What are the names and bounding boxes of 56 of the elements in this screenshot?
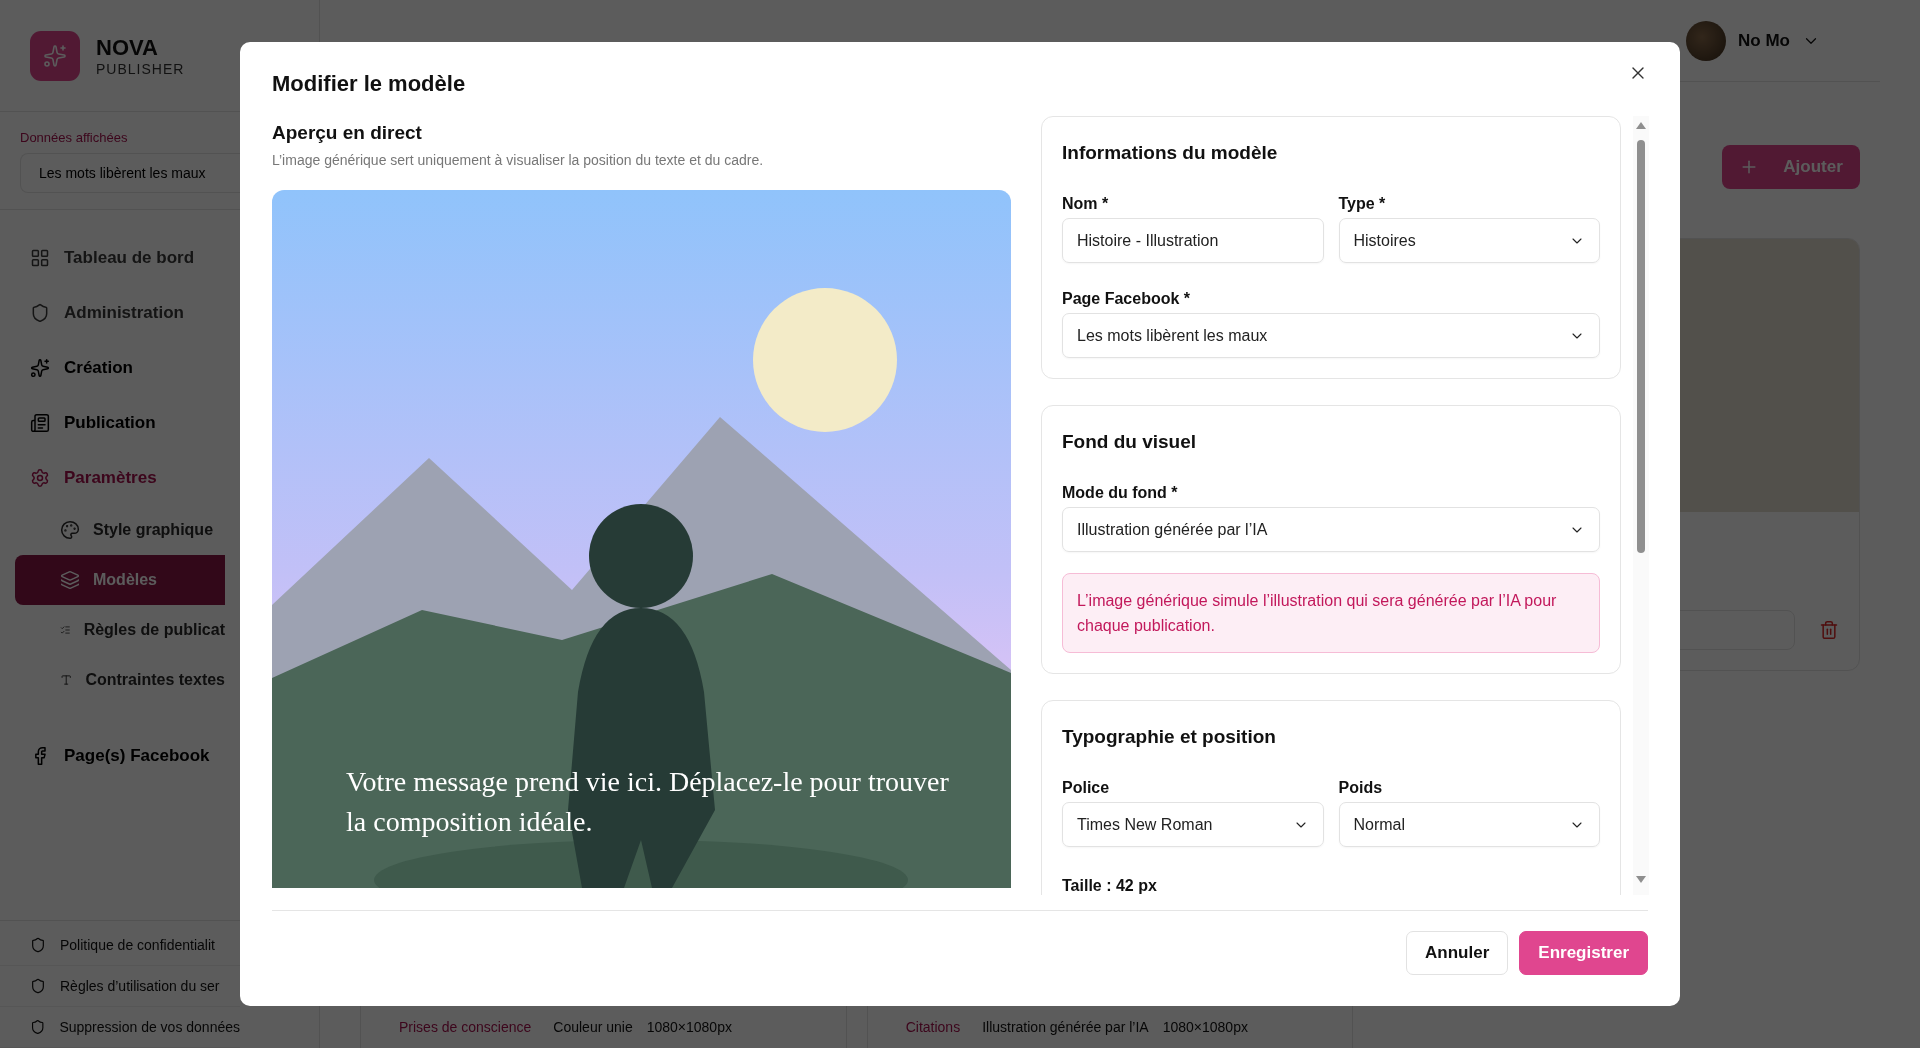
nav-item[interactable]: Création: [15, 340, 225, 395]
nav-item[interactable]: Paramètres: [15, 450, 225, 505]
brand-name: NOVA: [96, 34, 159, 61]
grid-icon: [30, 247, 50, 268]
layers-icon: [60, 570, 80, 590]
size-label: Taille : 42 px: [1062, 877, 1157, 895]
field-label: Mode du fond *: [1062, 483, 1179, 503]
background-mode: Couleur unie: [553, 1019, 633, 1035]
user-avatar[interactable]: [1686, 20, 1727, 61]
select-field[interactable]: Illustration générée par l’IA: [1062, 507, 1600, 552]
nav-item[interactable]: Page(s) Facebook: [15, 728, 225, 783]
shield-icon: [30, 302, 50, 323]
dialog-title: Modifier le modèle: [272, 72, 466, 96]
select-field[interactable]: Normal: [1338, 802, 1600, 847]
shield-icon: [30, 1019, 46, 1035]
add-button[interactable]: Ajouter: [1722, 145, 1860, 189]
nav-subitem[interactable]: Contraintes textes: [15, 655, 225, 705]
background-mode: Illustration générée par l’IA: [982, 1019, 1149, 1035]
sparkles-icon: [43, 43, 67, 68]
gear-icon: [30, 467, 50, 488]
footer-link[interactable]: Règles d’utilisation du ser: [0, 966, 240, 1007]
page-select[interactable]: Les mots libèrent les maux: [20, 153, 240, 193]
image-size: 1080×1080px: [1162, 1019, 1248, 1035]
footer-link[interactable]: Suppression de vos données: [0, 1007, 240, 1048]
image-size: 1080×1080px: [646, 1019, 732, 1035]
newspaper-icon: [30, 412, 50, 433]
field-label: Type *: [1338, 194, 1387, 214]
field-label: Poids: [1338, 778, 1384, 798]
nav-item[interactable]: Publication: [15, 395, 225, 450]
preview-note: L’image générique sert uniquement à visualiser la position du texte et du cadre.: [272, 151, 765, 169]
card-title: Informations du modèle: [1062, 141, 1279, 165]
scrollbar[interactable]: [1633, 116, 1649, 895]
card-title: Fond du visuel: [1062, 430, 1198, 454]
card-title: Typographie et position: [1062, 725, 1277, 749]
select-field[interactable]: Les mots libèrent les maux: [1062, 313, 1600, 358]
shield-icon: [30, 978, 46, 994]
user-name[interactable]: No Mo: [1738, 30, 1790, 51]
palette-icon: [60, 520, 80, 540]
nav-subitem[interactable]: Style graphique: [15, 505, 225, 555]
nav-subitem[interactable]: Règles de publicat: [15, 605, 225, 655]
text-field[interactable]: Histoire - Illustration: [1062, 218, 1324, 263]
field-label: Page Facebook *: [1062, 289, 1192, 309]
field-label: Police: [1062, 778, 1111, 798]
select-field[interactable]: Times New Roman: [1062, 802, 1324, 847]
shield-icon: [30, 937, 46, 953]
brand-tagline: PUBLISHER: [96, 60, 185, 77]
sparkles-icon: [30, 357, 50, 378]
data-label: Données affichées: [20, 130, 128, 145]
field-label: Nom *: [1062, 194, 1110, 214]
cancel-button[interactable]: Annuler: [1406, 931, 1509, 975]
nav-subitem[interactable]: Modèles: [15, 555, 225, 605]
delete-icon[interactable]: [1819, 620, 1839, 640]
section-heading: Aperçu en direct: [272, 121, 423, 145]
save-button[interactable]: Enregistrer: [1519, 931, 1648, 975]
info-notice: L’image générique simule l’illustration qui sera générée par l’IA pour chaque publication.: [1062, 573, 1600, 653]
select-field[interactable]: Histoires: [1338, 218, 1600, 263]
